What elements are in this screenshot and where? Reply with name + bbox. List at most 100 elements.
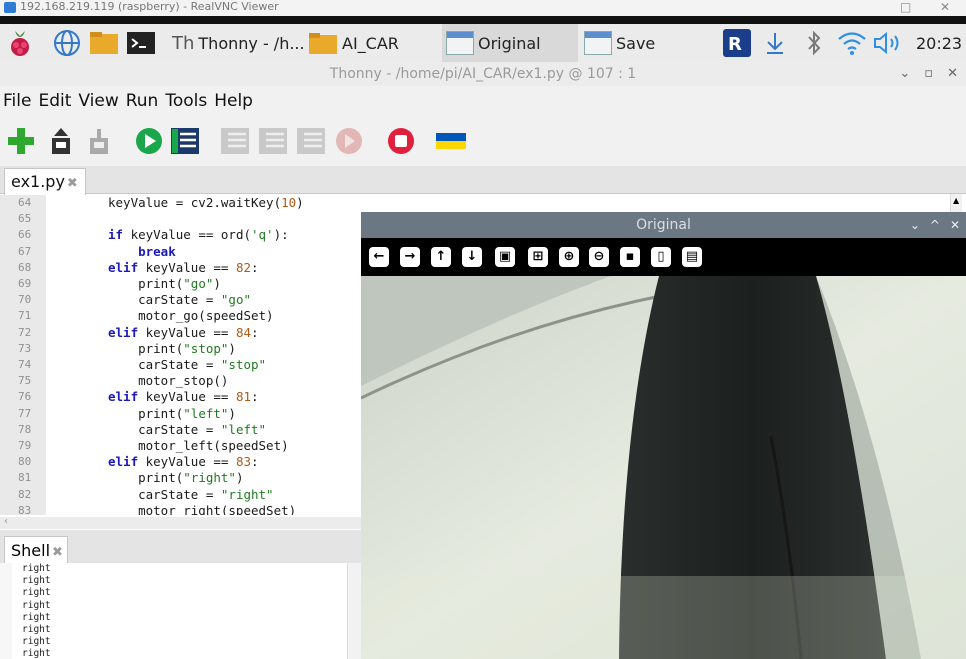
properties-icon[interactable]: ▤ <box>682 247 702 267</box>
code-line: break <box>138 243 176 259</box>
taskbar-thonny-window[interactable]: Th Thonny - /h... <box>172 24 305 62</box>
cv-window-controls: ⌄ ^ ✕ <box>910 212 960 238</box>
debug-icon[interactable] <box>170 126 200 156</box>
copy-to-clipboard-icon[interactable]: ▯ <box>651 247 671 267</box>
resume-icon[interactable] <box>334 126 364 156</box>
menu-run[interactable]: Run <box>126 91 159 111</box>
load-file-icon[interactable] <box>46 126 76 156</box>
line-number: 67 <box>18 244 32 258</box>
opencv-original-window: Original ⌄ ^ ✕ ← → ↑ ↓ ▣ ⊞ ⊕ ⊖ ▪ ▯ ▤ <box>361 212 966 659</box>
step-out-icon[interactable] <box>296 126 326 156</box>
vnc-close-button[interactable]: ✕ <box>940 0 950 14</box>
taskbar: Th Thonny - /h... AI_CAR Original Save R… <box>0 16 966 62</box>
tab-shell[interactable]: Shell ✖ <box>4 536 68 564</box>
scroll-left-arrow-icon[interactable]: ‹ <box>4 516 8 527</box>
editor-horizontal-scrollbar[interactable]: ‹ <box>0 516 362 529</box>
tab-close-icon[interactable]: ✖ <box>67 176 78 191</box>
cv-minimize-icon[interactable]: ⌄ <box>910 212 920 238</box>
line-number: 66 <box>18 228 32 242</box>
browser-globe-icon[interactable] <box>52 24 82 62</box>
thonny-app-icon: Th <box>172 32 195 54</box>
clock[interactable]: 20:23 <box>916 24 962 62</box>
menu-help[interactable]: Help <box>214 91 253 111</box>
download-arrow-icon[interactable] <box>764 24 786 62</box>
zoom-in-icon[interactable]: ⊕ <box>559 247 579 267</box>
volume-icon[interactable] <box>872 24 906 62</box>
vnc-app-icon <box>4 2 16 13</box>
shell-tab-bar: Shell ✖ <box>0 530 362 564</box>
tab-close-icon[interactable]: ✖ <box>52 545 63 560</box>
save-image-icon[interactable]: ▪ <box>620 247 640 267</box>
step-over-icon[interactable] <box>220 126 250 156</box>
code-line: carState = "stop" <box>108 357 267 372</box>
cv-maximize-icon[interactable]: ^ <box>930 212 940 238</box>
code-line: elif keyValue == 84: <box>108 324 259 340</box>
taskbar-save-window[interactable]: Save <box>580 24 716 62</box>
stop-icon[interactable] <box>386 126 416 156</box>
pan-right-icon[interactable]: → <box>400 247 420 267</box>
raspberry-menu-icon[interactable] <box>6 24 34 62</box>
taskbar-folder-window[interactable]: AI_CAR <box>308 24 399 62</box>
cv-close-icon[interactable]: ✕ <box>950 212 960 238</box>
file-manager-folder-icon[interactable] <box>88 24 120 62</box>
tab-ex1-py[interactable]: ex1.py ✖ <box>4 168 86 195</box>
line-number: 76 <box>18 390 32 404</box>
minimize-chevron-icon[interactable]: ⌄ <box>899 62 910 86</box>
zoom-original-icon[interactable]: ⊞ <box>528 247 548 267</box>
pan-up-icon[interactable]: ↑ <box>431 247 451 267</box>
toolbar <box>0 116 966 166</box>
code-line: elif keyValue == 83: <box>108 454 259 470</box>
code-line: print("stop") <box>108 340 236 356</box>
menu-file[interactable]: File <box>3 91 31 111</box>
code-line: if keyValue == ord('q'): <box>108 227 289 243</box>
run-icon[interactable] <box>134 126 164 156</box>
code-line: elif keyValue == 81: <box>108 389 259 405</box>
save-file-icon[interactable] <box>84 126 114 156</box>
vnc-restore-button[interactable]: □ <box>900 0 911 14</box>
svg-text:R: R <box>728 34 742 55</box>
line-number: 65 <box>18 212 32 226</box>
line-number: 68 <box>18 260 32 274</box>
new-file-icon[interactable] <box>6 126 36 156</box>
code-line: carState = "go" <box>108 292 251 308</box>
shell-output-line: right <box>22 575 51 587</box>
shell-output-line: right <box>22 587 51 599</box>
menu-tools[interactable]: Tools <box>165 91 207 111</box>
ukraine-flag-icon[interactable] <box>436 126 466 156</box>
camera-frame-image <box>361 276 966 659</box>
code-line: motor_right(speedSet) <box>108 502 297 515</box>
pan-left-icon[interactable]: ← <box>369 247 389 267</box>
line-number: 72 <box>18 325 32 339</box>
scroll-up-arrow-icon[interactable]: ▲ <box>953 196 959 205</box>
shell-output-line: right <box>22 624 51 635</box>
wifi-icon[interactable] <box>836 24 868 62</box>
bluetooth-icon[interactable] <box>804 24 824 62</box>
code-line: motor_go(speedSet) <box>108 308 274 324</box>
code-line: keyValue = cv2.waitKey(10) <box>108 195 304 210</box>
vnc-titlebar: 192.168.219.119 (raspberry) - RealVNC Vi… <box>0 0 966 16</box>
line-number: 79 <box>18 439 32 452</box>
line-number: 71 <box>18 309 32 323</box>
shell-output-line: right <box>22 648 51 659</box>
zoom-out-icon[interactable]: ⊖ <box>589 247 609 267</box>
line-number: 81 <box>18 471 32 485</box>
shell-output[interactable]: right right right right right right right right <box>0 563 362 659</box>
menu-view[interactable]: View <box>78 91 118 111</box>
taskbar-original-window[interactable]: Original <box>442 24 578 62</box>
shell-scrollbar[interactable] <box>347 563 361 659</box>
pan-down-icon[interactable]: ↓ <box>462 247 482 267</box>
shell-output-line: right <box>22 636 51 648</box>
cv-toolbar: ← → ↑ ↓ ▣ ⊞ ⊕ ⊖ ▪ ▯ ▤ <box>361 238 966 276</box>
zoom-fit-icon[interactable]: ▣ <box>495 247 515 267</box>
maximize-icon[interactable]: ▫ <box>924 62 933 86</box>
step-into-icon[interactable] <box>258 126 288 156</box>
code-line: elif keyValue == 82: <box>108 259 259 275</box>
menu-edit[interactable]: Edit <box>38 91 71 111</box>
terminal-icon[interactable] <box>126 24 156 62</box>
code-line: motor_left(speedSet) <box>108 438 289 453</box>
vnc-title: 192.168.219.119 (raspberry) - RealVNC Vi… <box>20 0 279 13</box>
shell-gutter <box>0 563 12 659</box>
line-number: 69 <box>18 277 32 290</box>
realvnc-tray-icon[interactable]: R <box>722 24 752 62</box>
close-icon[interactable]: ✕ <box>947 62 958 86</box>
